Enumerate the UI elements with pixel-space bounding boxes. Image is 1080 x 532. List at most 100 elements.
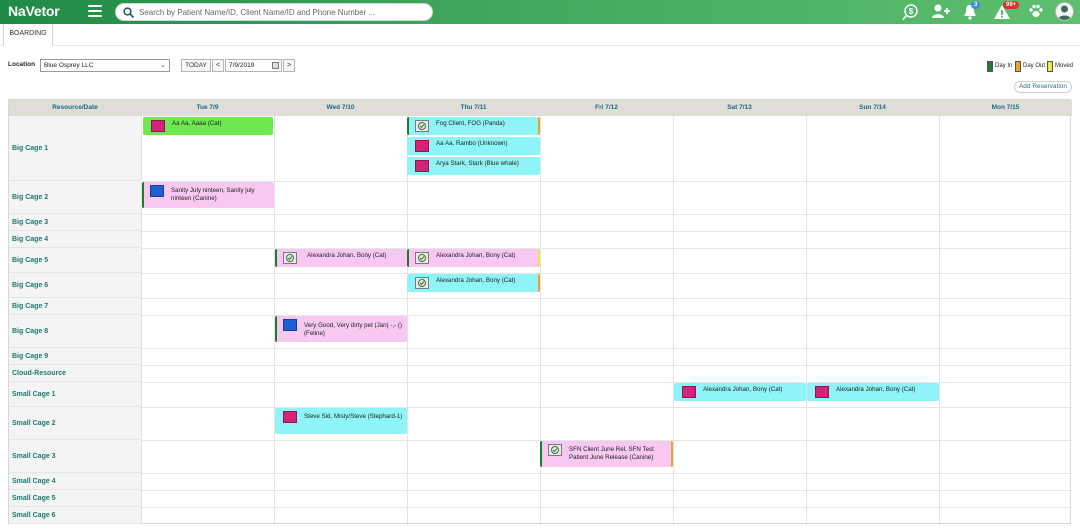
resource-row-label[interactable]: Big Cage 8 — [9, 315, 141, 348]
row-divider — [141, 348, 1072, 349]
alert-badge: 99+ — [1003, 1, 1020, 9]
pet-icon — [283, 319, 297, 331]
checked-in-icon — [415, 277, 429, 289]
reservation-block[interactable]: Alexandra Johan, Bony (Cat) — [674, 383, 806, 401]
reservation-label: Aa Aa, Rambo (Unknown) — [436, 140, 508, 147]
reservation-label: Steve Sid, Misty/Steve (Stephard-1) — [304, 413, 403, 420]
reservation-block[interactable]: Fog Client, FOG (Panda) — [407, 117, 540, 135]
reservation-label: Aa Aa, Aaaa (Cat) — [172, 120, 222, 127]
pet-icon — [415, 160, 429, 172]
checked-in-icon — [283, 252, 297, 264]
chevron-down-icon: ⌄ — [160, 62, 166, 69]
pet-icon — [283, 411, 297, 423]
reservation-block[interactable]: Sanity July ninteen, Sanity july ninteen… — [142, 182, 274, 208]
add-user-icon[interactable] — [931, 3, 950, 21]
resource-row-label[interactable]: Big Cage 9 — [9, 348, 141, 365]
resource-row-label[interactable]: Small Cage 2 — [9, 407, 141, 440]
checked-in-icon — [415, 252, 429, 264]
reservation-block[interactable]: Alexandra Johan, Bony (Cat) — [407, 249, 540, 267]
row-divider — [141, 273, 1072, 274]
resource-row-label[interactable]: Big Cage 3 — [9, 214, 141, 231]
tab-boarding[interactable]: BOARDING — [3, 24, 53, 46]
reservation-block[interactable]: Aa Aa, Aaaa (Cat) — [143, 117, 273, 135]
row-divider — [141, 231, 1072, 232]
search-box[interactable] — [115, 3, 433, 21]
hamburger-menu-icon[interactable] — [88, 5, 102, 18]
resource-row-label[interactable]: Big Cage 4 — [9, 231, 141, 248]
next-date-button[interactable]: > — [283, 59, 295, 72]
location-label: Location — [8, 61, 36, 68]
reservation-block[interactable]: SFN Client June Rel, SFN Test Patient Ju… — [540, 441, 673, 467]
resource-row-label[interactable]: Big Cage 1 — [9, 116, 141, 181]
prev-date-button[interactable]: < — [212, 59, 224, 72]
reservation-label: Alexandra Johan, Bony (Cat) — [836, 386, 916, 393]
reservation-block[interactable]: Alexandra Johan, Bony (Cat) — [807, 383, 939, 401]
day-header: Sat 7/13 — [727, 104, 752, 111]
resource-row-label[interactable]: Small Cage 6 — [9, 507, 141, 524]
day-header: Tue 7/9 — [196, 104, 219, 111]
day-header: Sun 7/14 — [859, 104, 886, 111]
day-header: Mon 7/15 — [991, 104, 1020, 111]
date-value: 7/9/2019 — [229, 62, 255, 69]
reservation-block[interactable]: Aa Aa, Rambo (Unknown) — [407, 137, 540, 155]
add-reservation-button[interactable]: Add Reservation — [1014, 81, 1072, 93]
reservation-label: Sanity July ninteen, Sanity july ninteen… — [171, 187, 255, 202]
legend-moved-swatch — [1047, 61, 1053, 72]
date-input[interactable]: 7/9/2019 — [225, 59, 282, 72]
pet-icon — [815, 386, 829, 398]
resource-date-header: Resource/Date — [52, 104, 98, 111]
row-divider — [141, 181, 1072, 182]
top-bar: NaVetor $ 3 — [0, 0, 1080, 24]
row-divider — [141, 365, 1072, 366]
reservation-label: SFN Client June Rel, SFN Test Patient Ju… — [569, 446, 654, 461]
location-select[interactable]: Blue Osprey LLC ⌄ — [40, 59, 170, 72]
search-icon — [123, 7, 134, 18]
search-input[interactable] — [139, 5, 424, 19]
alert-icon[interactable]: 99+ — [993, 1, 1020, 21]
notifications-badge: 3 — [971, 1, 981, 9]
column-divider — [939, 116, 940, 525]
row-divider — [141, 507, 1072, 508]
day-header: Fri 7/12 — [595, 104, 618, 111]
resource-row-label[interactable]: Small Cage 5 — [9, 490, 141, 507]
row-divider — [141, 490, 1072, 491]
resource-row-label[interactable]: Big Cage 5 — [9, 248, 141, 273]
legend-day-in-swatch — [987, 61, 993, 72]
reservation-label: Alexandra Johan, Bony (Cat) — [703, 386, 783, 393]
resource-row-label[interactable]: Big Cage 6 — [9, 273, 141, 298]
app-logo[interactable]: NaVetor — [8, 3, 60, 19]
row-divider — [141, 298, 1072, 299]
column-divider — [141, 116, 142, 525]
pet-icon — [415, 140, 429, 152]
reservation-block[interactable]: Arya Stark, Stark (Blue whale) — [407, 157, 540, 175]
resource-row-label[interactable]: Small Cage 3 — [9, 440, 141, 473]
column-divider — [806, 116, 807, 525]
resource-row-label[interactable]: Small Cage 4 — [9, 473, 141, 490]
row-divider — [141, 473, 1072, 474]
calendar-icon[interactable] — [272, 62, 279, 69]
grid-header: Resource/Date Tue 7/9 Wed 7/10 Thu 7/11 … — [9, 100, 1072, 116]
resource-row-label[interactable]: Big Cage 2 — [9, 181, 141, 214]
paw-icon[interactable] — [1028, 3, 1046, 21]
avatar[interactable] — [1055, 2, 1074, 21]
today-button[interactable]: TODAY — [181, 59, 211, 72]
reservation-block[interactable]: Steve Sid, Misty/Steve (Stephard-1) — [275, 408, 407, 434]
reservation-block[interactable]: Alexandra Johan, Bony (Cat) — [275, 249, 407, 267]
reservation-block[interactable]: Very Good, Very dirty pet (Jan) -,- () (… — [275, 316, 407, 342]
checked-in-icon — [548, 444, 562, 456]
legend-day-out-swatch — [1015, 61, 1021, 72]
resource-row-label[interactable]: Big Cage 7 — [9, 298, 141, 315]
legend-day-in-label: Day In — [995, 63, 1013, 69]
pet-icon — [682, 386, 696, 398]
resource-row-label[interactable]: Small Cage 1 — [9, 382, 141, 407]
notifications-icon[interactable]: 3 — [962, 1, 981, 21]
legend-moved-label: Moved — [1055, 63, 1074, 69]
resource-row-label[interactable]: Cloud-Resource — [9, 365, 141, 382]
reservation-label: Arya Stark, Stark (Blue whale) — [436, 160, 519, 167]
row-divider — [141, 214, 1072, 215]
reservation-label: Fog Client, FOG (Panda) — [436, 120, 505, 127]
reservation-block[interactable]: Alexandra Johan, Bony (Cat) — [407, 274, 540, 292]
payment-icon[interactable]: $ — [902, 3, 920, 21]
column-divider — [673, 116, 674, 525]
svg-text:$: $ — [909, 7, 914, 16]
